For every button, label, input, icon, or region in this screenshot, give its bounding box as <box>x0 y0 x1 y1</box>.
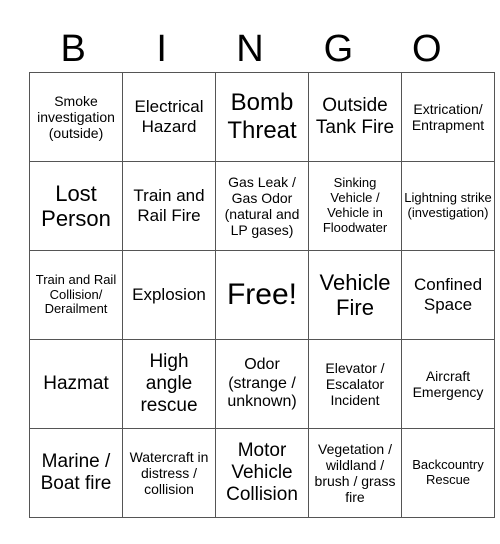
bingo-cell[interactable]: Sinking Vehicle / Vehicle in Floodwater <box>308 161 402 251</box>
bingo-cell[interactable]: Elevator / Escalator Incident <box>308 339 402 429</box>
bingo-cell[interactable]: Lost Person <box>29 161 123 251</box>
bingo-header: B I N G O <box>29 26 471 72</box>
bingo-cell[interactable]: Vehicle Fire <box>308 250 402 340</box>
bingo-cell[interactable]: Odor (strange / unknown) <box>215 339 309 429</box>
board-row: Marine / Boat fire Watercraft in distres… <box>29 428 495 518</box>
free-space-cell[interactable]: Free! <box>215 250 309 340</box>
bingo-board: Smoke investigation (outside) Electrical… <box>29 72 495 518</box>
bingo-cell[interactable]: Backcountry Rescue <box>401 428 495 518</box>
bingo-cell[interactable]: Outside Tank Fire <box>308 72 402 162</box>
bingo-cell[interactable]: Smoke investigation (outside) <box>29 72 123 162</box>
bingo-cell[interactable]: High angle rescue <box>122 339 216 429</box>
board-row: Train and Rail Collision/ Derailment Exp… <box>29 250 495 340</box>
board-row: Lost Person Train and Rail Fire Gas Leak… <box>29 161 495 251</box>
bingo-cell[interactable]: Electrical Hazard <box>122 72 216 162</box>
header-letter-g: G <box>323 28 354 70</box>
bingo-cell[interactable]: Bomb Threat <box>215 72 309 162</box>
board-row: Hazmat High angle rescue Odor (strange /… <box>29 339 495 429</box>
header-letter-i: I <box>156 28 167 70</box>
bingo-cell[interactable]: Confined Space <box>401 250 495 340</box>
bingo-cell[interactable]: Extrication/ Entrapment <box>401 72 495 162</box>
bingo-cell[interactable]: Aircraft Emergency <box>401 339 495 429</box>
bingo-cell[interactable]: Lightning strike (investigation) <box>401 161 495 251</box>
bingo-cell[interactable]: Watercraft in distress / collision <box>122 428 216 518</box>
bingo-cell[interactable]: Motor Vehicle Collision <box>215 428 309 518</box>
header-letter-n: N <box>236 28 264 70</box>
bingo-cell[interactable]: Explosion <box>122 250 216 340</box>
bingo-cell[interactable]: Train and Rail Fire <box>122 161 216 251</box>
bingo-cell[interactable]: Hazmat <box>29 339 123 429</box>
bingo-cell[interactable]: Marine / Boat fire <box>29 428 123 518</box>
board-row: Smoke investigation (outside) Electrical… <box>29 72 495 162</box>
header-letter-b: B <box>60 28 86 70</box>
bingo-cell[interactable]: Gas Leak / Gas Odor (natural and LP gase… <box>215 161 309 251</box>
bingo-cell[interactable]: Train and Rail Collision/ Derailment <box>29 250 123 340</box>
bingo-cell[interactable]: Vegetation / wildland / brush / grass fi… <box>308 428 402 518</box>
header-letter-o: O <box>412 28 442 70</box>
